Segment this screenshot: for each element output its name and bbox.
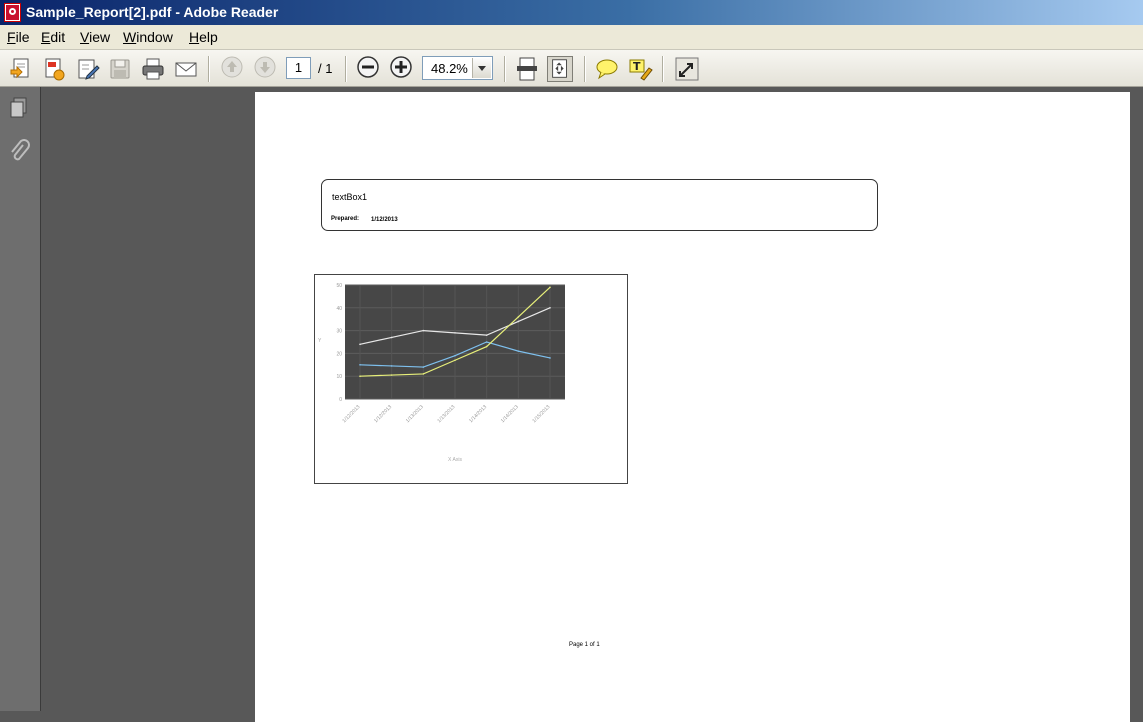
menu-view-rest: iew [89, 29, 111, 45]
data-point [549, 286, 551, 289]
data-point [359, 364, 361, 366]
data-point [485, 334, 488, 336]
y-tick-label: 40 [336, 306, 342, 312]
x-axis-label: X Axis [448, 457, 462, 463]
prepared-date: 1/12/2013 [371, 217, 398, 223]
pdf-page: textBox1 Prepared: 1/12/2013 0 10 20 30 40 50… [255, 92, 1130, 722]
svg-text:T: T [633, 60, 641, 73]
data-point [517, 316, 520, 318]
zoom-select[interactable]: 48.2% [422, 56, 493, 80]
data-point [517, 350, 520, 352]
toolbar-separator [345, 56, 347, 82]
pages-icon[interactable] [7, 96, 31, 120]
edit-icon[interactable] [75, 56, 101, 82]
prepared-label: Prepared: [331, 216, 360, 222]
data-point [454, 354, 456, 357]
data-point [422, 329, 425, 332]
data-point [485, 345, 488, 348]
chart-frame: 0 10 20 30 40 50 1/12/2013 1/12/2013 1/13/2013 1/… [314, 274, 628, 484]
data-point [390, 374, 393, 376]
header-textbox: textBox1 [332, 192, 368, 202]
data-point [454, 359, 456, 362]
open-icon[interactable] [41, 56, 67, 82]
data-point [549, 357, 551, 359]
comment-icon[interactable] [594, 56, 620, 82]
menu-file-rest: ile [15, 29, 30, 45]
x-tick-label: 1/14/2013 [468, 404, 488, 424]
menu-window-accel: W [123, 29, 137, 45]
menu-view[interactable]: View [80, 29, 110, 45]
x-tick-label: 1/13/2013 [405, 404, 425, 424]
data-point [422, 366, 425, 368]
page-number-input[interactable]: 1 [286, 57, 311, 79]
create-pdf-icon[interactable] [8, 56, 34, 82]
print-icon[interactable] [140, 56, 166, 82]
toolbar-separator [584, 56, 586, 82]
fit-width-icon[interactable] [514, 56, 540, 82]
toolbar: 1 / 1 48.2% T [0, 49, 1143, 87]
highlight-icon[interactable]: T [627, 56, 653, 82]
y-tick-label: 10 [336, 374, 342, 380]
x-tick-label: 1/15/2013 [531, 404, 551, 424]
toolbar-separator [662, 56, 664, 82]
data-point [390, 365, 393, 367]
report-header: textBox1 Prepared: 1/12/2013 [321, 179, 878, 231]
menu-help-rest: elp [199, 29, 218, 45]
menu-edit-accel: E [41, 29, 51, 45]
line-chart: 0 10 20 30 40 50 1/12/2013 1/12/2013 1/13/2013 1/… [318, 283, 565, 463]
data-point [517, 320, 520, 323]
save-icon[interactable] [107, 56, 133, 82]
y-tick-label: 0 [339, 397, 342, 403]
data-point [454, 332, 456, 334]
page-total: / 1 [318, 61, 333, 76]
x-tick-label: 1/14/2013 [500, 404, 520, 424]
menu-help[interactable]: Help [189, 29, 218, 45]
x-tick-label: 1/13/2013 [436, 404, 456, 424]
x-tick-label: 1/12/2013 [373, 404, 393, 424]
menu-help-accel: H [189, 29, 200, 45]
data-point [390, 336, 393, 339]
menu-edit[interactable]: Edit [41, 29, 65, 45]
fit-page-icon[interactable] [547, 56, 573, 82]
y-axis-label: Y [318, 338, 322, 344]
menu-file[interactable]: File [7, 29, 30, 45]
menu-edit-rest: dit [50, 29, 66, 45]
menu-window-rest: indow [136, 29, 173, 45]
data-point [422, 373, 425, 375]
fullscreen-icon[interactable] [674, 56, 700, 82]
zoom-in-icon[interactable] [390, 56, 412, 78]
zoom-out-icon[interactable] [357, 56, 379, 78]
navigation-pane [0, 87, 41, 711]
menu-bar: File Edit View Window Help [0, 25, 1143, 49]
y-tick-label: 20 [336, 351, 342, 357]
data-point [485, 341, 488, 343]
attachments-icon[interactable] [7, 139, 31, 163]
email-icon[interactable] [173, 56, 199, 82]
y-tick-label: 50 [336, 283, 342, 289]
toolbar-separator [208, 56, 210, 82]
adobe-reader-icon [4, 3, 21, 22]
page-down-icon[interactable] [254, 56, 276, 78]
y-tick-label: 30 [336, 329, 342, 335]
page-footer: Page 1 of 1 [569, 642, 600, 648]
menu-window[interactable]: Window [123, 29, 173, 45]
toolbar-separator [504, 56, 506, 82]
menu-file-accel: F [7, 29, 16, 45]
menu-view-accel: V [80, 29, 90, 45]
chevron-down-icon[interactable] [472, 58, 491, 78]
window-title: Sample_Report[2].pdf - Adobe Reader [26, 4, 279, 20]
page-up-icon[interactable] [221, 56, 243, 78]
zoom-value: 48.2% [431, 61, 468, 76]
x-tick-label: 1/12/2013 [341, 404, 361, 424]
data-point [359, 375, 361, 377]
data-point [359, 343, 361, 346]
data-point [549, 307, 551, 309]
title-bar: Sample_Report[2].pdf - Adobe Reader [0, 0, 1143, 25]
